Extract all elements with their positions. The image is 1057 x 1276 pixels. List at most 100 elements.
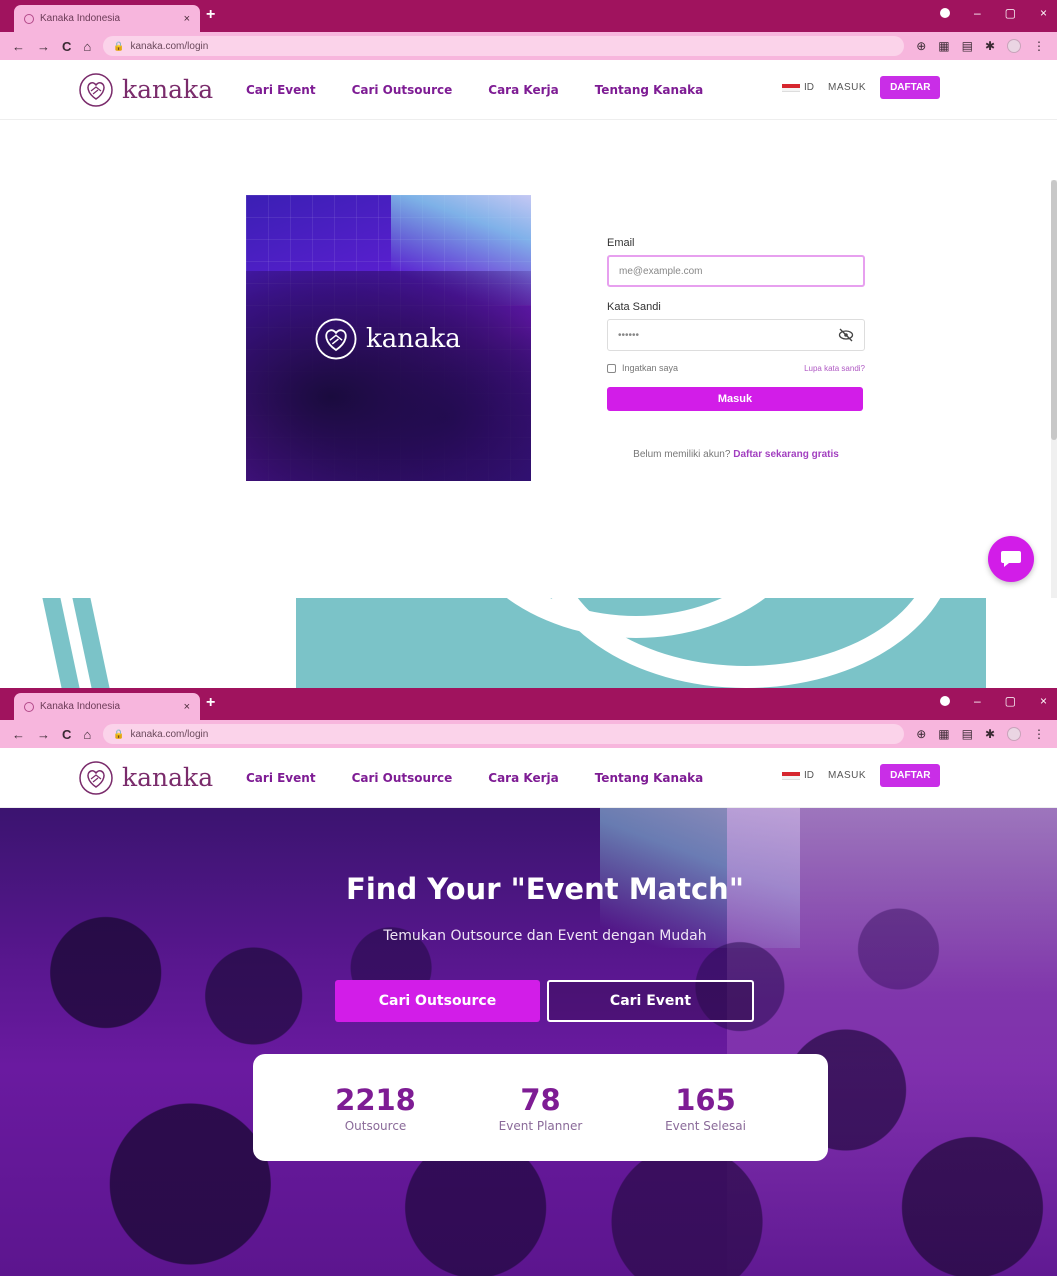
- back-button[interactable]: ←: [12, 727, 25, 742]
- nav-cari-outsource[interactable]: Cari Outsource: [352, 771, 453, 785]
- extensions-area: ⊕ ▦ ▤ ✱ ⋮: [916, 727, 1045, 741]
- language-switcher[interactable]: ID: [782, 770, 814, 781]
- forward-button[interactable]: →: [37, 727, 50, 742]
- new-tab-button[interactable]: +: [206, 6, 215, 24]
- extension-icon[interactable]: ▦: [938, 727, 949, 741]
- email-placeholder: me@example.com: [619, 265, 703, 277]
- login-screenshot: Kanaka Indonesia × + – ▢ × ← → C ⌂ 🔒 kan…: [0, 0, 1057, 598]
- stat-value: 2218: [335, 1082, 416, 1117]
- extension-icon[interactable]: ▦: [938, 39, 949, 53]
- window-controls: – ▢ ×: [939, 694, 1047, 708]
- avatar[interactable]: [1007, 39, 1021, 53]
- site-header: kanaka Cari Event Cari Outsource Cara Ke…: [0, 60, 1057, 120]
- nav-cari-outsource[interactable]: Cari Outsource: [352, 83, 453, 97]
- address-bar[interactable]: 🔒 kanaka.com/login: [103, 36, 905, 56]
- reload-button[interactable]: C: [62, 727, 71, 742]
- profile-icon[interactable]: [939, 8, 950, 18]
- login-link[interactable]: MASUK: [828, 770, 866, 781]
- nav-tentang-kanaka[interactable]: Tentang Kanaka: [595, 83, 704, 97]
- profile-icon[interactable]: [939, 696, 950, 706]
- stat-label: Outsource: [344, 1118, 407, 1133]
- site-logo[interactable]: kanaka: [78, 760, 246, 796]
- landing-screenshot: Kanaka Indonesia × + – ▢ × ← → C ⌂ 🔒 kan…: [0, 688, 1057, 1276]
- back-button[interactable]: ←: [12, 39, 25, 54]
- signup-text: Belum memiliki akun?: [633, 449, 731, 460]
- home-button[interactable]: ⌂: [83, 39, 91, 54]
- close-window-button[interactable]: ×: [1040, 6, 1047, 20]
- reload-button[interactable]: C: [62, 39, 71, 54]
- image-logo: kanaka: [314, 317, 461, 361]
- stat-value: 78: [520, 1082, 561, 1117]
- extensions-area: ⊕ ▦ ▤ ✱ ⋮: [916, 39, 1045, 53]
- register-button[interactable]: DAFTAR: [880, 76, 941, 99]
- puzzle-icon[interactable]: ✱: [985, 39, 995, 53]
- zoom-icon[interactable]: ⊕: [916, 39, 926, 53]
- url-text: kanaka.com/login: [130, 40, 209, 52]
- nav-cari-event[interactable]: Cari Event: [246, 83, 316, 97]
- browser-toolbar: ← → C ⌂ 🔒 kanaka.com/login ⊕ ▦ ▤ ✱ ⋮: [0, 720, 1057, 748]
- nav-tentang-kanaka[interactable]: Tentang Kanaka: [595, 771, 704, 785]
- stat-label: Event Selesai: [665, 1118, 746, 1133]
- forgot-password-link[interactable]: Lupa kata sandi?: [804, 364, 865, 373]
- header-actions: ID MASUK DAFTAR: [782, 764, 941, 787]
- chat-button[interactable]: [988, 536, 1034, 582]
- close-window-button[interactable]: ×: [1040, 694, 1047, 708]
- minimize-button[interactable]: –: [974, 6, 981, 20]
- hero-headline: Find Your "Event Match": [346, 872, 744, 906]
- find-event-button[interactable]: Cari Event: [547, 980, 754, 1022]
- avatar[interactable]: [1007, 727, 1021, 741]
- forward-button[interactable]: →: [37, 39, 50, 54]
- scrollbar[interactable]: [1051, 180, 1057, 598]
- browser-tab[interactable]: Kanaka Indonesia ×: [14, 693, 200, 720]
- site-logo[interactable]: kanaka: [78, 72, 246, 108]
- browser-tabbar: Kanaka Indonesia × + – ▢ ×: [0, 688, 1057, 720]
- browser-tabbar: Kanaka Indonesia × + – ▢ ×: [0, 0, 1057, 32]
- site-header: kanaka Cari Event Cari Outsource Cara Ke…: [0, 748, 1057, 808]
- lock-icon: 🔒: [113, 728, 125, 739]
- menu-icon[interactable]: ⋮: [1033, 39, 1045, 53]
- stats-card: 2218 Outsource 78 Event Planner 165 Even…: [253, 1054, 828, 1161]
- extension-icon[interactable]: ▤: [962, 727, 973, 741]
- maximize-button[interactable]: ▢: [1005, 6, 1016, 20]
- login-link[interactable]: MASUK: [828, 82, 866, 93]
- find-outsource-button[interactable]: Cari Outsource: [335, 980, 540, 1022]
- remember-me[interactable]: Ingatkan saya: [607, 363, 678, 373]
- image-logo-text: kanaka: [366, 324, 461, 354]
- tab-title: Kanaka Indonesia: [40, 701, 121, 712]
- password-value: ••••••: [618, 329, 640, 341]
- stat-value: 165: [675, 1082, 736, 1117]
- heart-logo-icon: [315, 318, 357, 360]
- heart-logo-icon: [79, 760, 113, 795]
- tab-close-icon[interactable]: ×: [184, 701, 190, 713]
- browser-tab[interactable]: Kanaka Indonesia ×: [14, 5, 200, 32]
- password-field[interactable]: ••••••: [607, 319, 865, 351]
- eye-off-icon[interactable]: [838, 327, 854, 343]
- home-button[interactable]: ⌂: [83, 727, 91, 742]
- favicon-icon: [24, 13, 34, 24]
- zoom-icon[interactable]: ⊕: [916, 727, 926, 741]
- stat-outsource: 2218 Outsource: [301, 1083, 451, 1133]
- nav-cara-kerja[interactable]: Cara Kerja: [488, 771, 558, 785]
- puzzle-icon[interactable]: ✱: [985, 727, 995, 741]
- menu-icon[interactable]: ⋮: [1033, 727, 1045, 741]
- extension-icon[interactable]: ▤: [962, 39, 973, 53]
- form-options: Ingatkan saya Lupa kata sandi?: [607, 363, 865, 373]
- nav-cara-kerja[interactable]: Cara Kerja: [488, 83, 558, 97]
- signup-link[interactable]: Daftar sekarang gratis: [733, 449, 839, 460]
- nav-cari-event[interactable]: Cari Event: [246, 771, 316, 785]
- tab-close-icon[interactable]: ×: [184, 13, 190, 25]
- address-bar[interactable]: 🔒 kanaka.com/login: [103, 724, 905, 744]
- email-label: Email: [607, 237, 635, 249]
- logo-text: kanaka: [122, 763, 214, 792]
- maximize-button[interactable]: ▢: [1005, 694, 1016, 708]
- new-tab-button[interactable]: +: [206, 694, 215, 712]
- signup-prompt: Belum memiliki akun? Daftar sekarang gra…: [607, 449, 865, 460]
- login-page: kanaka Email me@example.com Kata Sandi •…: [0, 120, 1057, 598]
- language-switcher[interactable]: ID: [782, 82, 814, 93]
- minimize-button[interactable]: –: [974, 694, 981, 708]
- login-submit-button[interactable]: Masuk: [607, 387, 863, 411]
- remember-checkbox[interactable]: [607, 363, 616, 373]
- email-field[interactable]: me@example.com: [607, 255, 865, 287]
- header-actions: ID MASUK DAFTAR: [782, 76, 941, 99]
- register-button[interactable]: DAFTAR: [880, 764, 941, 787]
